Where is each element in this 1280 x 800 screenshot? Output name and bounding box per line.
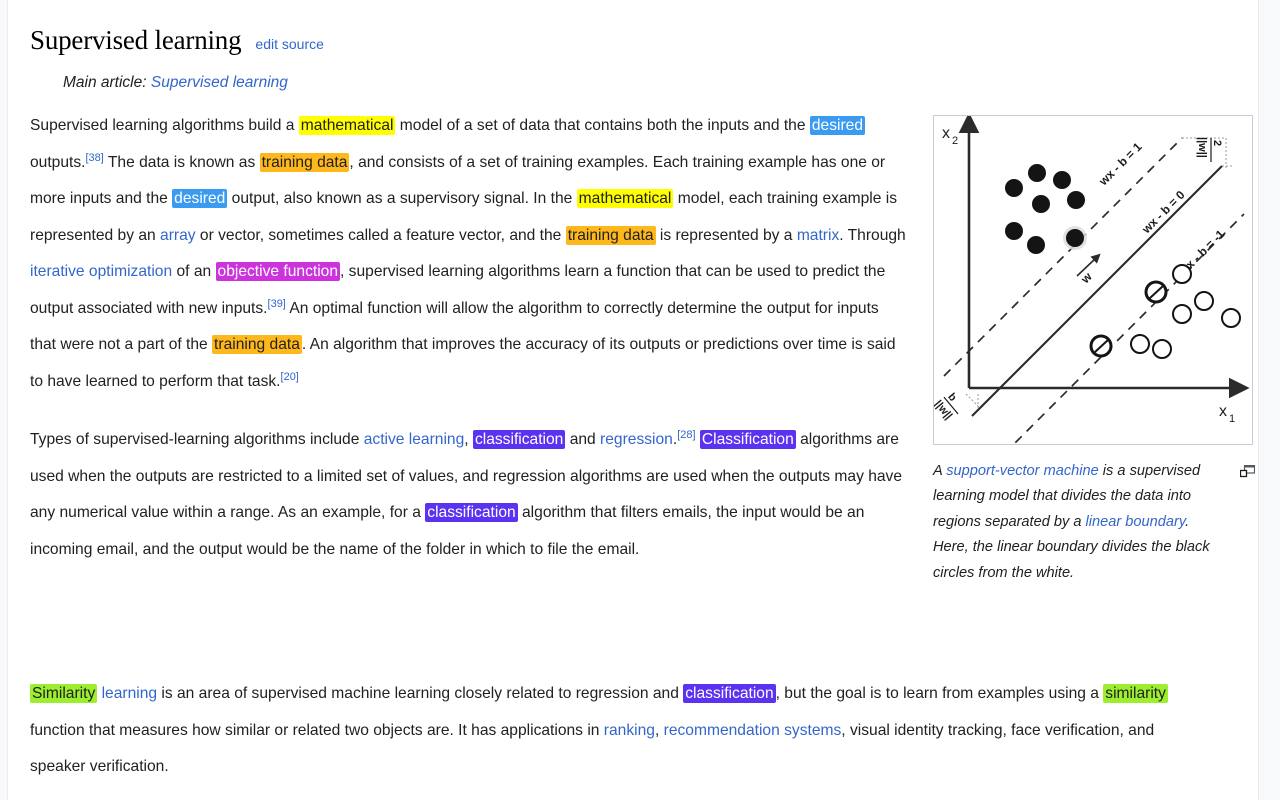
highlight-similarity: similarity xyxy=(1103,684,1168,703)
reference-link[interactable]: [28] xyxy=(677,429,695,441)
svg-text:||w||: ||w|| xyxy=(1196,137,1208,158)
svg-text:b: b xyxy=(945,391,959,404)
text-run: is an area of supervised machine learnin… xyxy=(157,685,684,702)
highlight-training-data: training data xyxy=(212,335,302,354)
text-run: , xyxy=(654,721,664,739)
paragraph-1: Supervised learning algorithms build a m… xyxy=(30,108,908,400)
reference-link[interactable]: [39] xyxy=(268,297,286,309)
text-run: The data is known as xyxy=(103,153,260,171)
svg-text:2: 2 xyxy=(952,135,958,147)
text-run: model of a set of data that contains bot… xyxy=(395,117,810,134)
reference-28[interactable]: [28] xyxy=(677,429,695,441)
text-run: or vector, sometimes called a feature ve… xyxy=(195,226,566,244)
text-run: of an xyxy=(172,263,216,280)
paragraph-2: Types of supervised-learning algorithms … xyxy=(30,422,908,568)
text-run: . Through xyxy=(839,226,906,244)
text-run: is represented by a xyxy=(655,226,797,244)
highlight-classification: Classification xyxy=(699,430,796,449)
reference-link[interactable]: [20] xyxy=(281,370,299,382)
article-page: Supervised learning edit source Main art… xyxy=(0,0,1280,800)
link-similarity-learning[interactable]: learning xyxy=(102,685,157,702)
body-column: Supervised learning algorithms build a m… xyxy=(30,108,908,580)
article-content: Supervised learning edit source Main art… xyxy=(8,0,1258,800)
text-run: Types of supervised-learning algorithms … xyxy=(30,431,364,448)
reference-39[interactable]: [39] xyxy=(268,297,286,309)
highlight-classification: classification xyxy=(683,684,776,703)
svm-diagram[interactable]: x 2 x 1 2 ||w|| b ||w|| wx - b = 1 wx - … xyxy=(933,115,1253,445)
hatnote-prefix: Main article: xyxy=(63,74,147,91)
highlight-training-data: training data xyxy=(259,152,350,172)
text-run: , but the goal is to learn from examples… xyxy=(775,685,1104,702)
page-gutter-right xyxy=(1259,0,1280,800)
highlight-mathematical: mathematical xyxy=(298,116,396,135)
link-matrix[interactable]: matrix xyxy=(797,227,839,244)
text-run: , xyxy=(464,431,473,448)
svg-text:wx - b = 0: wx - b = 0 xyxy=(1139,188,1188,237)
highlight-classification: classification xyxy=(425,503,518,522)
svg-text:x: x xyxy=(1219,403,1227,420)
section-heading-row: Supervised learning edit source xyxy=(30,25,324,56)
text-run: function that measures how similar or re… xyxy=(30,721,604,739)
hatnote: Main article: Supervised learning xyxy=(63,71,288,94)
reference-link[interactable]: [38] xyxy=(85,151,103,163)
highlight-desired: desired xyxy=(172,189,228,208)
link-regression[interactable]: regression xyxy=(600,431,673,448)
link-active-learning[interactable]: active learning xyxy=(364,431,465,448)
figure-thumbnail[interactable]: x 2 x 1 2 ||w|| b ||w|| wx - b = 1 wx - … xyxy=(933,115,1256,586)
svg-text:x: x xyxy=(942,125,950,142)
text-run: A xyxy=(933,463,947,479)
link-linear-boundary[interactable]: linear boundary xyxy=(1086,514,1186,530)
page-title: Supervised learning xyxy=(30,25,242,55)
page-gutter-left xyxy=(0,0,7,800)
edit-source-link[interactable]: edit source xyxy=(255,36,323,52)
highlight-similarity: Similarity xyxy=(30,684,98,703)
svg-text:2: 2 xyxy=(1211,140,1223,146)
text-run: output, also known as a supervisory sign… xyxy=(227,190,577,207)
figure-caption: A support-vector machine is a supervised… xyxy=(933,459,1256,586)
highlight-mathematical: mathematical xyxy=(576,189,674,208)
link-iterative-optimization[interactable]: iterative optimization xyxy=(30,263,172,280)
svg-text:w: w xyxy=(1078,269,1096,287)
link-array[interactable]: array xyxy=(160,227,196,244)
reference-20[interactable]: [20] xyxy=(281,370,299,382)
page-border-right xyxy=(1258,0,1259,800)
highlight-classification: classification xyxy=(472,430,566,449)
text-run: and xyxy=(565,431,601,448)
highlight-desired: desired xyxy=(809,116,865,135)
text-run: Supervised learning algorithms build a xyxy=(30,117,299,134)
reference-38[interactable]: [38] xyxy=(85,151,103,163)
paragraph-3: Similarity learning is an area of superv… xyxy=(30,676,1205,786)
svg-text:1: 1 xyxy=(1229,413,1235,425)
wide-column: Similarity learning is an area of superv… xyxy=(30,676,1205,786)
highlight-objective-function: objective function xyxy=(215,262,341,281)
link-ranking[interactable]: ranking xyxy=(604,722,655,739)
link-support-vector-machine[interactable]: support-vector machine xyxy=(946,463,1099,479)
link-recommendation-systems[interactable]: recommendation systems xyxy=(664,722,842,739)
enlarge-icon[interactable] xyxy=(1239,462,1256,478)
hatnote-main-article-link[interactable]: Supervised learning xyxy=(151,74,288,91)
svm-diagram-svg: x 2 x 1 2 ||w|| b ||w|| wx - b = 1 wx - … xyxy=(934,116,1250,444)
text-run: outputs. xyxy=(30,153,86,171)
highlight-training-data: training data xyxy=(565,225,656,245)
